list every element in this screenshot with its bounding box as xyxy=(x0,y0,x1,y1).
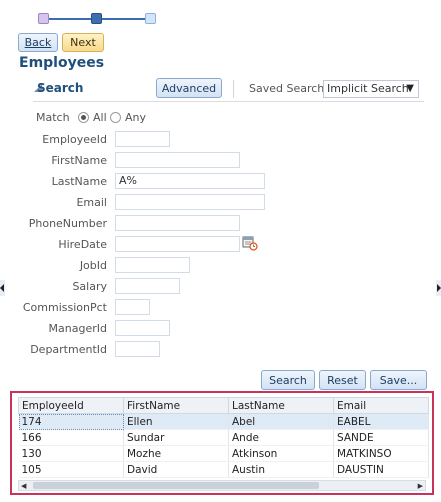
field-label-salary: Salary xyxy=(72,280,107,293)
page-title: Employees xyxy=(19,55,105,71)
table-row[interactable]: 174 Ellen Abel EABEL xyxy=(18,413,429,430)
jobid-input[interactable] xyxy=(115,257,190,273)
save-button-label: Save... xyxy=(379,373,418,387)
cell: Mozhe xyxy=(123,445,229,462)
cell: 130 xyxy=(18,445,124,462)
saved-search-label: Saved Search xyxy=(249,82,325,95)
departmentid-input[interactable] xyxy=(115,341,160,357)
cell: Sundar xyxy=(123,429,229,446)
lastname-input[interactable]: A% xyxy=(115,173,265,189)
results-table: EmployeeId FirstName LastName Email 174 … xyxy=(18,397,429,478)
left-splitter-arrow-icon[interactable] xyxy=(0,280,5,296)
reset-button[interactable]: Reset xyxy=(319,370,366,390)
saved-search-value: Implicit Search xyxy=(327,82,409,95)
next-button[interactable]: Next xyxy=(62,33,104,52)
save-button[interactable]: Save... xyxy=(370,370,427,390)
train-connector xyxy=(48,18,92,20)
scroll-left-icon[interactable]: ◀ xyxy=(21,482,26,490)
cell: Abel xyxy=(228,413,334,430)
advanced-label: Advanced xyxy=(161,81,217,95)
field-label-employeeid: EmployeeId xyxy=(42,133,107,146)
saved-search-select[interactable]: Implicit Search ▼ xyxy=(323,80,419,98)
cell: 105 xyxy=(18,461,124,478)
cell: Ande xyxy=(228,429,334,446)
cell: David xyxy=(123,461,229,478)
back-label: Back xyxy=(24,36,52,49)
salary-input[interactable] xyxy=(115,278,180,294)
cell: SANDE xyxy=(333,429,429,446)
divider xyxy=(233,80,234,98)
column-header-lastname[interactable]: LastName xyxy=(228,397,334,414)
hiredate-input[interactable] xyxy=(115,236,240,252)
match-any-radio[interactable] xyxy=(110,112,121,123)
cell: Austin xyxy=(228,461,334,478)
reset-button-label: Reset xyxy=(327,373,358,387)
train-step-1[interactable] xyxy=(38,13,49,24)
table-row[interactable]: 105 David Austin DAUSTIN xyxy=(18,461,429,478)
dropdown-arrow-icon: ▼ xyxy=(406,83,414,94)
field-label-departmentid: DepartmentId xyxy=(30,343,107,356)
field-label-commissionpct: CommissionPct xyxy=(22,301,107,314)
match-all-label: All xyxy=(93,111,107,124)
managerid-input[interactable] xyxy=(115,320,170,336)
back-button[interactable]: Back xyxy=(18,33,58,52)
scrollbar-thumb[interactable] xyxy=(33,482,319,489)
scroll-right-icon[interactable]: ▶ xyxy=(418,482,423,490)
cell: Atkinson xyxy=(228,445,334,462)
cell: 174 xyxy=(18,413,124,430)
phonenumber-input[interactable] xyxy=(115,215,240,231)
table-row[interactable]: 130 Mozhe Atkinson MATKINSO xyxy=(18,445,429,462)
cell: MATKINSO xyxy=(333,445,429,462)
column-header-employeeid[interactable]: EmployeeId xyxy=(18,397,124,414)
cell: Ellen xyxy=(123,413,229,430)
train-step-2[interactable] xyxy=(91,13,102,24)
firstname-input[interactable] xyxy=(115,152,240,168)
horizontal-scrollbar[interactable]: ◀ ▶ xyxy=(18,480,426,491)
match-label: Match xyxy=(36,111,70,124)
employeeid-input[interactable] xyxy=(115,131,170,147)
header-divider xyxy=(33,101,424,102)
field-label-email: Email xyxy=(76,196,107,209)
train-connector xyxy=(101,18,146,20)
field-label-managerid: ManagerId xyxy=(48,322,107,335)
cell: 166 xyxy=(18,429,124,446)
field-label-firstname: FirstName xyxy=(51,154,107,167)
calendar-icon[interactable] xyxy=(242,235,258,251)
search-button[interactable]: Search xyxy=(261,370,315,390)
table-row[interactable]: 166 Sundar Ande SANDE xyxy=(18,429,429,446)
commissionpct-input[interactable] xyxy=(115,299,150,315)
field-label-lastname: LastName xyxy=(51,175,107,188)
match-all-radio[interactable] xyxy=(78,112,89,123)
cell: DAUSTIN xyxy=(333,461,429,478)
match-any-label: Any xyxy=(125,111,147,124)
search-button-label: Search xyxy=(269,373,307,387)
train-step-3[interactable] xyxy=(145,13,156,24)
field-label-phonenumber: PhoneNumber xyxy=(28,217,107,230)
search-header[interactable]: Search xyxy=(37,81,83,95)
results-table-container: EmployeeId FirstName LastName Email 174 … xyxy=(10,391,434,495)
right-splitter-arrow-icon[interactable] xyxy=(436,280,441,296)
column-header-email[interactable]: Email xyxy=(333,397,429,414)
column-header-firstname[interactable]: FirstName xyxy=(123,397,229,414)
next-label: Next xyxy=(70,36,96,49)
cell: EABEL xyxy=(333,413,429,430)
field-label-jobid: JobId xyxy=(79,259,107,272)
advanced-button[interactable]: Advanced xyxy=(156,78,222,98)
field-label-hiredate: HireDate xyxy=(58,238,107,251)
email-input[interactable] xyxy=(115,194,265,210)
